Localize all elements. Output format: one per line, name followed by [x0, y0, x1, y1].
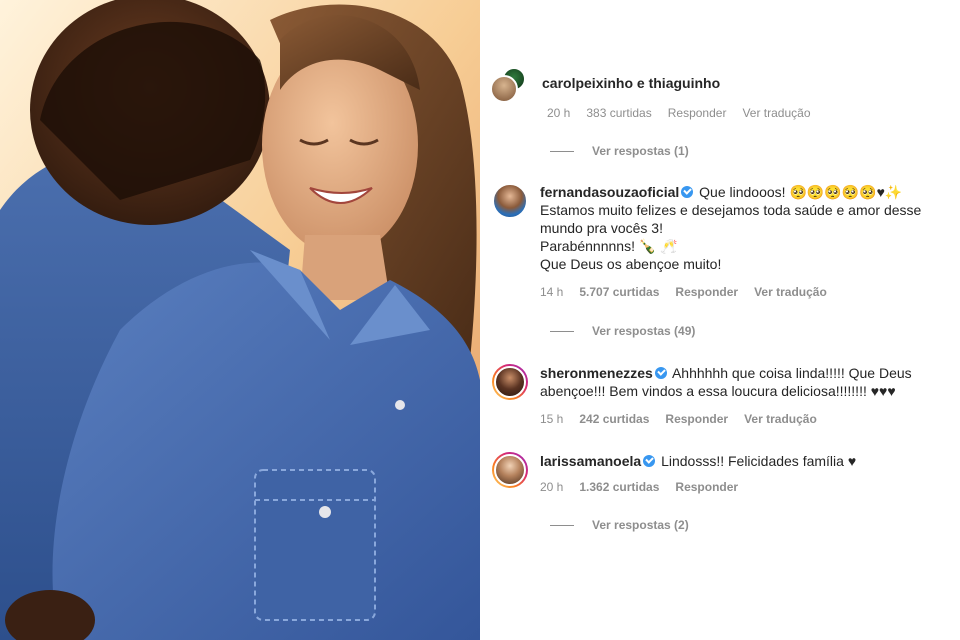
comment-meta: 15 h 242 curtidas Responder Ver tradução — [540, 410, 958, 428]
avatar[interactable] — [492, 364, 528, 400]
comment-username[interactable]: larissamanoela — [540, 453, 641, 469]
replies-divider — [550, 150, 574, 152]
comment-time: 20 h — [540, 480, 564, 494]
comment-likes[interactable]: 5.707 curtidas — [579, 283, 659, 301]
replies-divider — [550, 330, 574, 332]
comment-meta: 14 h 5.707 curtidas Responder Ver traduç… — [540, 283, 958, 301]
comment-body: sheronmenezzes Ahhhhhh que coisa linda!!… — [540, 364, 958, 428]
comment-text-line: Parabénnnnns! 🍾 🥂 — [540, 238, 678, 254]
reply-button[interactable]: Responder — [668, 106, 727, 120]
comment-body: fernandasouzaoficial Que lindooos! 🥺🥺🥺🥺🥺… — [540, 183, 958, 301]
post-photo — [0, 0, 480, 640]
comments-panel: carolpeixinho e thiaguinho 20 h 383 curt… — [480, 0, 960, 640]
view-replies-button[interactable]: Ver respostas (1) — [550, 144, 689, 158]
avatar[interactable] — [492, 452, 528, 488]
comment-body: larissamanoela Lindosss!! Felicidades fa… — [540, 452, 958, 496]
verified-badge-icon — [654, 367, 667, 379]
translate-button[interactable]: Ver tradução — [742, 106, 810, 120]
couple-photo-illustration — [0, 0, 480, 640]
translate-button[interactable]: Ver tradução — [754, 283, 827, 301]
comment-username[interactable]: sheronmenezzes — [540, 365, 653, 381]
verified-badge-icon — [681, 186, 694, 198]
comment-text: Lindosss!! Felicidades família ♥ — [661, 453, 857, 469]
comment-meta: 20 h 1.362 curtidas Responder — [540, 478, 958, 496]
partial-comment-meta: 20 h 383 curtidas Responder Ver tradução — [547, 106, 811, 120]
comment-text-line: Que Deus os abençoe muito! — [540, 256, 722, 272]
avatar[interactable] — [490, 75, 518, 103]
verified-badge-icon — [643, 455, 656, 467]
reply-button[interactable]: Responder — [665, 410, 728, 428]
comment-time: 20 h — [547, 106, 571, 120]
comment-time: 14 h — [540, 285, 564, 299]
comment-likes[interactable]: 383 curtidas — [586, 106, 651, 120]
comment-time: 15 h — [540, 412, 564, 426]
view-replies-label[interactable]: Ver respostas (2) — [592, 518, 689, 532]
post-authors[interactable]: carolpeixinho e thiaguinho — [542, 75, 720, 91]
collab-avatars[interactable] — [490, 63, 530, 103]
translate-button[interactable]: Ver tradução — [744, 410, 817, 428]
replies-divider — [550, 524, 574, 526]
comment-username[interactable]: fernandasouzaoficial — [540, 184, 679, 200]
avatar[interactable] — [492, 183, 528, 219]
comment-likes[interactable]: 242 curtidas — [579, 410, 649, 428]
view-replies-label[interactable]: Ver respostas (49) — [592, 324, 695, 338]
comment-likes[interactable]: 1.362 curtidas — [579, 478, 659, 496]
view-replies-button[interactable]: Ver respostas (2) — [550, 518, 689, 532]
reply-button[interactable]: Responder — [675, 283, 738, 301]
reply-button[interactable]: Responder — [675, 478, 738, 496]
view-replies-label[interactable]: Ver respostas (1) — [592, 144, 689, 158]
post-header: carolpeixinho e thiaguinho — [480, 58, 960, 108]
view-replies-button[interactable]: Ver respostas (49) — [550, 324, 695, 338]
